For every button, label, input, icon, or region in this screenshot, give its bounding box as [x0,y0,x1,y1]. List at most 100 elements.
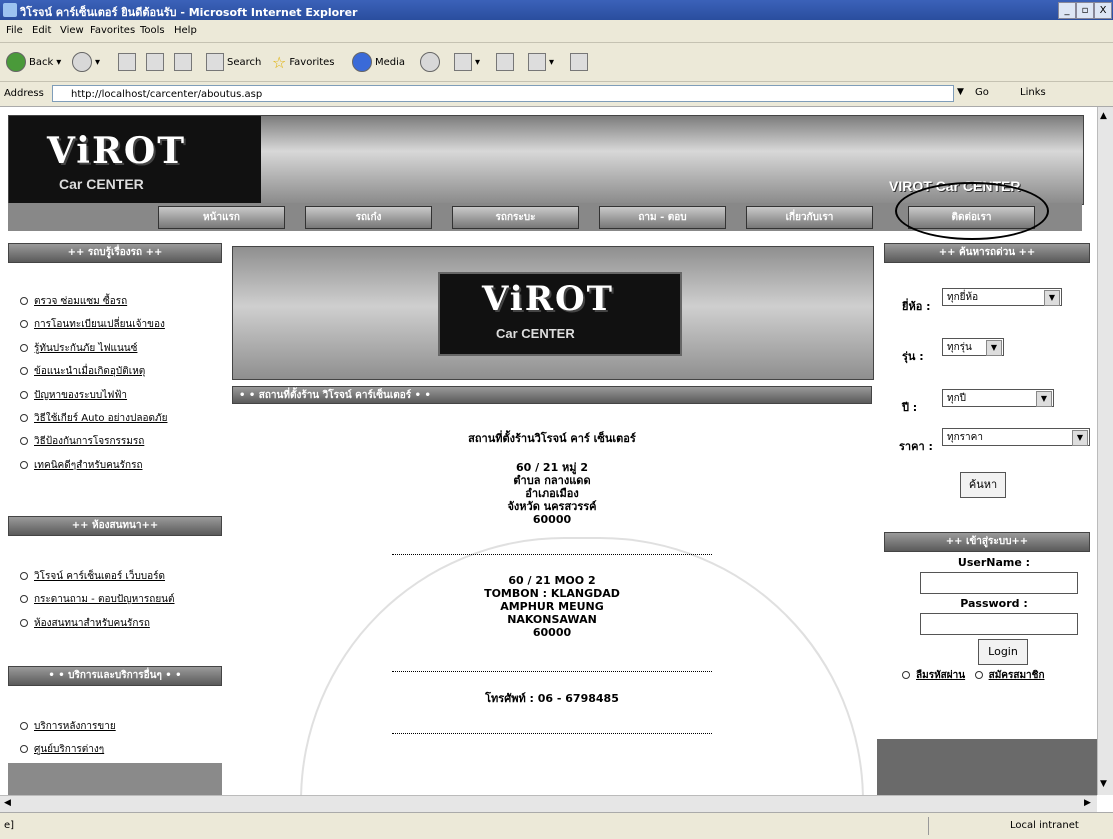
back-arrow-icon [6,52,26,72]
menu-view[interactable]: View [60,25,84,36]
vertical-scrollbar[interactable]: ▲ ▼ [1097,107,1113,795]
list-item[interactable]: ข้อแนะนำเมื่อเกิดอุบัติเหตุ [20,360,167,383]
english-address: 60 / 21 MOO 2 TOMBON : KLANGDAD AMPHUR M… [484,574,620,639]
chevron-down-icon: ▼ [1044,290,1060,306]
stop-icon [118,53,136,71]
scroll-left-icon[interactable]: ◀ [4,798,11,808]
zone-text: Local intranet [1010,820,1079,831]
site-logo: ViROT Car CENTER [9,116,261,204]
print-button[interactable] [496,51,514,73]
scroll-up-icon[interactable]: ▲ [1100,111,1107,121]
menu-file[interactable]: File [6,25,23,36]
list-item[interactable]: วิธีใช้เกียร์ Auto อย่างปลอดภัย [20,407,167,430]
divider [392,733,712,734]
scroll-right-icon[interactable]: ▶ [1084,798,1091,808]
window-title: วิโรจน์ คาร์เซ็นเตอร์ ยินดีต้อนรับ - Mic… [20,6,358,19]
status-divider [928,817,929,835]
left-footer-block [8,763,222,795]
menu-edit[interactable]: Edit [32,25,51,36]
thai-address: 60 / 21 หมู่ 2 ตำบล กลางแดด อำเภอเมือง จ… [507,461,597,526]
brand-select[interactable]: ทุกยี่ห้อ ▼ [942,288,1062,306]
address-label: Address [4,88,44,99]
password-input[interactable] [920,613,1078,635]
model-label: รุ่น : [902,350,924,363]
list-item[interactable]: วิโรจน์ คาร์เซ็นเตอร์ เว็บบอร์ด [20,565,175,588]
bullet-icon [20,745,28,754]
nav-home[interactable]: หน้าแรก [158,206,285,229]
list-item[interactable]: ศูนย์บริการต่างๆ [20,738,116,761]
address-input[interactable]: http://localhost/carcenter/aboutus.asp [52,85,954,102]
login-button[interactable]: Login [978,639,1028,665]
model-select[interactable]: ทุกรุ่น ▼ [942,338,1004,356]
horizontal-scrollbar[interactable]: ◀ ▶ [0,795,1097,812]
status-text: e] [4,820,15,831]
go-button[interactable]: Go [975,87,989,98]
divider [392,554,712,555]
bullet-icon [20,437,28,446]
page-content: ViROT Car CENTER VIROT Car CENTER หน้าแร… [0,107,1097,795]
mail-button[interactable]: ▾ [454,51,480,73]
logo-sub-text: Car CENTER [59,176,144,192]
window-titlebar: วิโรจน์ คาร์เซ็นเตอร์ ยินดีต้อนรับ - Mic… [0,0,1113,20]
left-section2-header: ++ ห้องสนทนา++ [8,516,222,536]
left-section3-header: • • บริการและบริการอื่นๆ • • [8,666,222,686]
list-item[interactable]: กระดานถาม - ตอบปัญหารถยนต์ [20,588,175,611]
search-button[interactable]: Search [206,51,261,73]
year-select[interactable]: ทุกปี ▼ [942,389,1054,407]
address-dropdown-icon[interactable]: ▼ [957,87,964,97]
favorites-button[interactable]: ☆ Favorites [272,51,335,73]
bullet-icon [20,367,28,376]
star-icon: ☆ [272,52,287,72]
back-button[interactable]: Back ▾ [6,51,61,73]
left-section2-list: วิโรจน์ คาร์เซ็นเตอร์ เว็บบอร์ด กระดานถา… [20,565,175,635]
links-button[interactable]: Links [1020,87,1046,98]
list-item[interactable]: รู้ทันประกันภัย ไฟแนนซ์ [20,337,167,360]
left-section1-header: ++ รถบรู้เรื่องรถ ++ [8,243,222,263]
status-bar: e] Local intranet [0,812,1113,839]
bullet-icon [20,722,28,730]
list-item[interactable]: ตรวจ ซ่อมแซม ซื้อรถ [20,290,167,313]
list-item[interactable]: การโอนทะเบียนเปลี่ยนเจ้าของ [20,313,167,336]
forgot-password-link[interactable]: ลืมรหัสผ่าน [916,670,965,681]
nav-pickups[interactable]: รถกระบะ [452,206,579,229]
print-icon [496,53,514,71]
location-heading: สถานที่ตั้งร้านวิโรจน์ คาร์ เซ็นเตอร์ [468,432,636,445]
forward-button[interactable]: ▾ [72,51,100,73]
refresh-button[interactable] [146,51,164,73]
stop-button[interactable] [118,51,136,73]
edit-button[interactable]: ▾ [528,51,554,73]
list-item[interactable]: ปัญหาของระบบไฟฟ้า [20,384,167,407]
center-logo-sub-text: Car CENTER [496,326,575,341]
menu-bar: File Edit View Favorites Tools Help [0,20,1113,43]
home-button[interactable] [174,51,192,73]
quick-search-header: ++ ค้นหารถด่วน ++ [884,243,1090,263]
mail-icon [454,53,472,71]
media-button[interactable]: Media [352,51,405,73]
toolbar: Back ▾ ▾ Search ☆ Favorites Media ▾ ▾ [0,43,1113,82]
list-item[interactable]: เทคนิคดีๆสำหรับคนรักรถ [20,454,167,477]
list-item[interactable]: วิธีป้องกันการโจรกรรมรถ [20,430,167,453]
search-submit-button[interactable]: ค้นหา [960,472,1006,498]
scroll-down-icon[interactable]: ▼ [1100,779,1107,789]
username-input[interactable] [920,572,1078,594]
refresh-icon [146,53,164,71]
menu-tools[interactable]: Tools [140,25,165,36]
nav-sedans[interactable]: รถเก๋ง [305,206,432,229]
close-button[interactable]: X [1094,2,1112,19]
menu-favorites[interactable]: Favorites [90,25,135,36]
center-banner: ViROT Car CENTER [232,246,874,380]
nav-about[interactable]: เกี่ยวกับเรา [746,206,873,229]
chevron-down-icon: ▼ [986,340,1002,356]
register-link[interactable]: สมัครสมาชิก [989,670,1045,681]
phone-number: โทรศัพท์ : 06 - 6798485 [485,692,619,705]
bullet-icon [20,572,28,580]
list-item[interactable]: ห้องสนทนาสำหรับคนรักรถ [20,612,175,635]
menu-help[interactable]: Help [174,25,197,36]
minimize-button[interactable]: _ [1058,2,1076,19]
price-select[interactable]: ทุกราคา ▼ [942,428,1090,446]
nav-qa[interactable]: ถาม - ตอบ [599,206,726,229]
history-button[interactable] [420,51,440,73]
discuss-button[interactable] [570,51,588,73]
list-item[interactable]: บริการหลังการขาย [20,715,116,738]
maximize-button[interactable]: ▫ [1076,2,1094,19]
